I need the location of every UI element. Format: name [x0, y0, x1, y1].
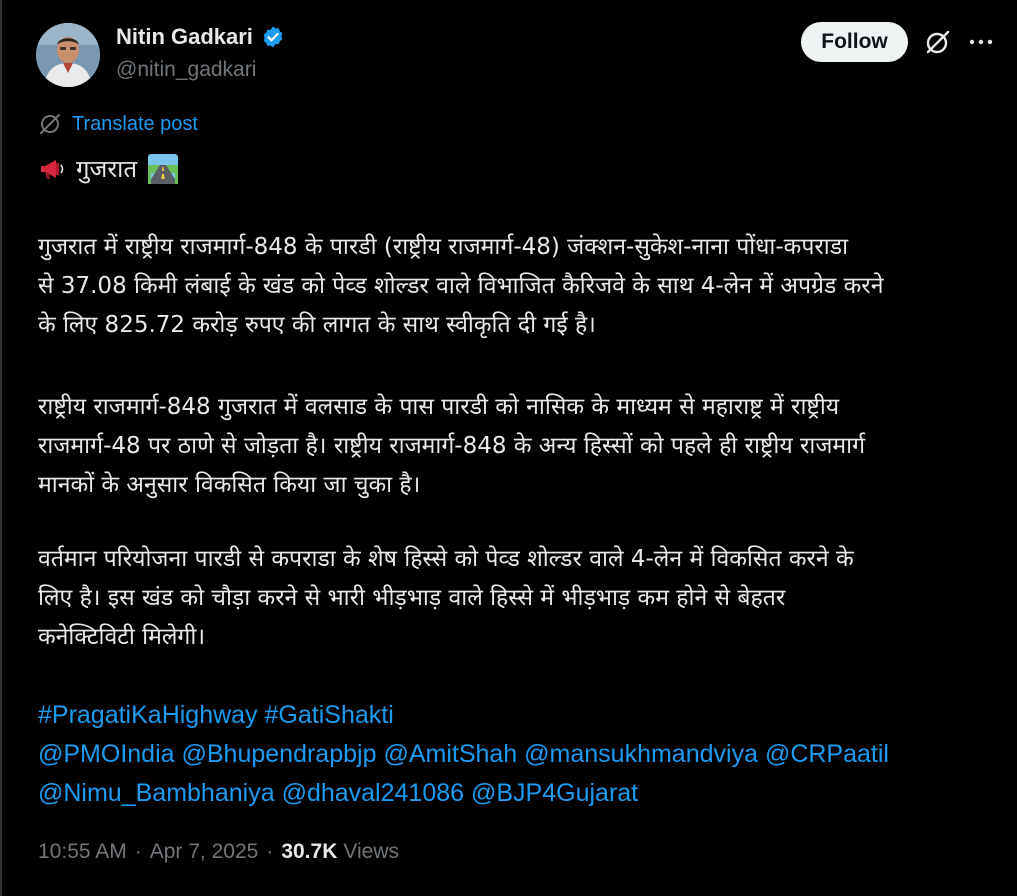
translate-post-label: Translate post [72, 112, 198, 135]
hashtag-link[interactable]: #GatiShakti [265, 701, 394, 729]
highway-emoji [148, 153, 179, 184]
mention-link[interactable]: @mansukhmandviya [524, 740, 758, 768]
mention-link[interactable]: @dhaval241086 [282, 779, 464, 807]
post-date[interactable]: Apr 7, 2025 [150, 840, 259, 864]
more-options-icon[interactable] [966, 28, 996, 56]
mention-link[interactable]: @Nimu_Bambhaniya [38, 779, 275, 807]
paragraph-line: राष्ट्रीय राजमार्ग-848 गुजरात में वलसाड … [38, 394, 840, 420]
post-meta: 10:55 AM · Apr 7, 2025 · 30.7K Views [38, 840, 399, 864]
left-border [0, 0, 2, 896]
post-time[interactable]: 10:55 AM [38, 840, 127, 864]
avatar[interactable] [36, 23, 100, 87]
hashtag-line: #PragatiKaHighway #GatiShakti [38, 696, 988, 735]
follow-button[interactable]: Follow [801, 22, 908, 62]
post-card: Nitin Gadkari @nitin_gadkari Follow Tran… [0, 0, 1017, 896]
author-handle[interactable]: @nitin_gadkari [116, 58, 256, 82]
author-name[interactable]: Nitin Gadkari [116, 24, 253, 50]
views-label: Views [343, 840, 400, 863]
mention-link[interactable]: @AmitShah [383, 740, 517, 768]
post-tags: #PragatiKaHighway #GatiShakti @PMOIndia … [38, 696, 988, 813]
post-paragraph-1: गुजरात में राष्ट्रीय राजमार्ग-848 के पार… [38, 228, 988, 345]
paragraph-line: वर्तमान परियोजना पारडी से कपराडा के शेष … [38, 546, 854, 572]
megaphone-emoji [41, 159, 64, 179]
post-paragraph-3: वर्तमान परियोजना पारडी से कपराडा के शेष … [38, 540, 988, 657]
paragraph-line: लिए है। इस खंड को चौड़ा करने से भारी भीड… [38, 585, 786, 611]
paragraph-line: राजमार्ग-48 पर ठाणे से जोड़ता है। राष्ट्… [38, 433, 866, 459]
meta-separator: · [134, 840, 142, 863]
post-heading-text: गुजरात [76, 155, 138, 183]
grok-icon[interactable] [924, 28, 952, 56]
hashtag-link[interactable]: #PragatiKaHighway [38, 701, 258, 729]
paragraph-line: गुजरात में राष्ट्रीय राजमार्ग-848 के पार… [38, 234, 849, 260]
profile-photo [36, 23, 100, 87]
verified-badge-icon [263, 26, 283, 48]
mention-line: @Nimu_Bambhaniya @dhaval241086 @BJP4Guja… [38, 774, 988, 813]
post-paragraph-2: राष्ट्रीय राजमार्ग-848 गुजरात में वलसाड … [38, 388, 988, 505]
paragraph-line: के लिए 825.72 करोड़ रुपए की लागत के साथ … [38, 312, 596, 338]
mention-link[interactable]: @Bhupendrapbjp [182, 740, 377, 768]
translate-post-link[interactable]: Translate post [38, 112, 198, 136]
mention-line: @PMOIndia @Bhupendrapbjp @AmitShah @mans… [38, 735, 988, 774]
author-name-row: Nitin Gadkari [116, 24, 285, 50]
paragraph-line: कनेक्टिविटी मिलेगी। [38, 624, 206, 650]
globe-slash-icon [40, 114, 60, 134]
paragraph-line: से 37.08 किमी लंबाई के खंड को पेव्ड शोल्… [38, 273, 884, 299]
meta-separator: · [266, 840, 274, 863]
mention-link[interactable]: @PMOIndia [38, 740, 175, 768]
paragraph-line: मानकों के अनुसार विकसित किया जा चुका है। [38, 472, 421, 498]
mention-link[interactable]: @CRPaatil [765, 740, 889, 768]
views-count: 30.7K [281, 840, 338, 863]
post-heading: गुजरात [38, 152, 179, 185]
mention-link[interactable]: @BJP4Gujarat [471, 779, 638, 807]
